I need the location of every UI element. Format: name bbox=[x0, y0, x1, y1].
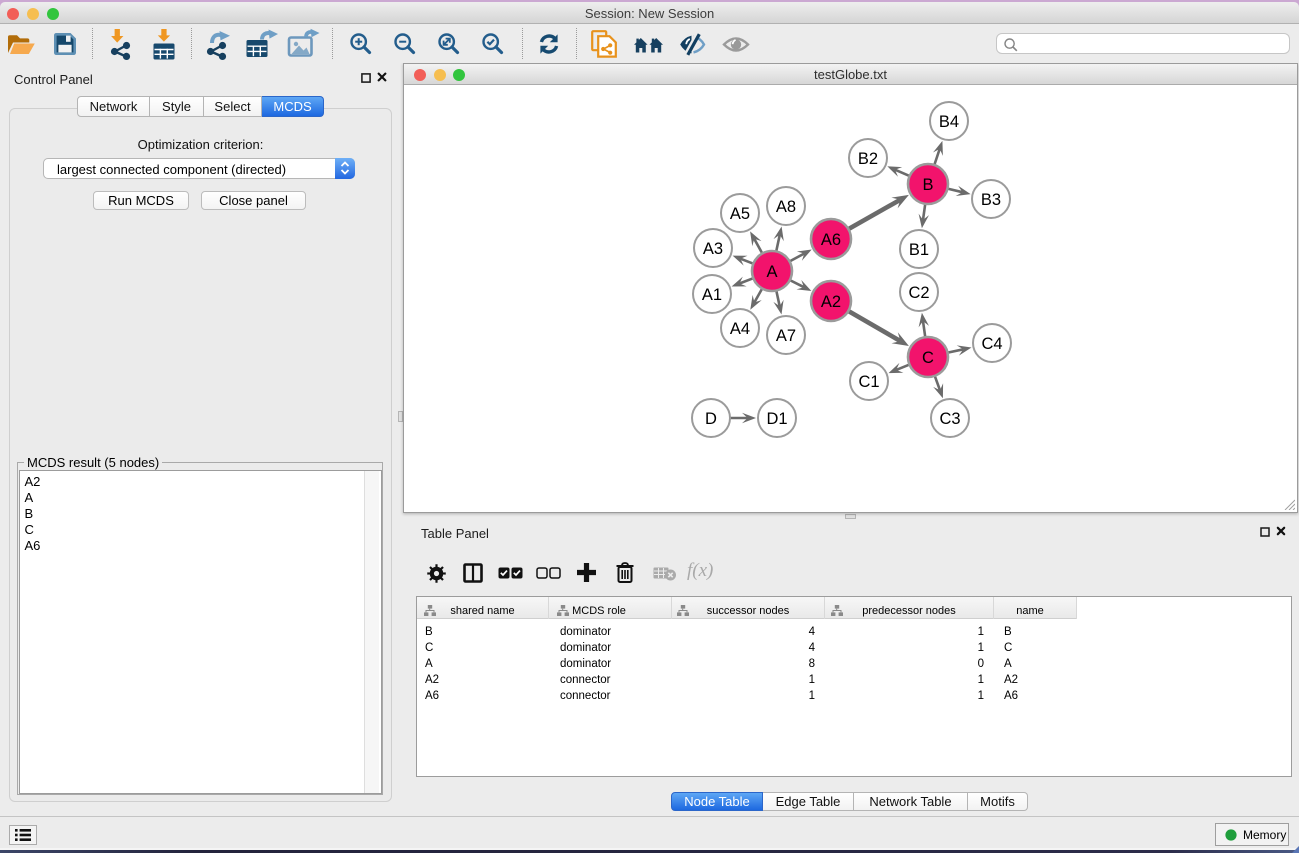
svg-text:A1: A1 bbox=[702, 286, 722, 304]
svg-text:A6: A6 bbox=[821, 231, 841, 249]
svg-text:B3: B3 bbox=[981, 191, 1001, 209]
svg-text:C2: C2 bbox=[908, 284, 929, 302]
svg-text:A3: A3 bbox=[703, 240, 723, 258]
svg-text:A7: A7 bbox=[776, 327, 796, 345]
svg-text:B: B bbox=[922, 176, 933, 194]
svg-text:C3: C3 bbox=[939, 410, 960, 428]
svg-text:A2: A2 bbox=[821, 293, 841, 311]
svg-text:D: D bbox=[705, 410, 717, 428]
svg-text:A: A bbox=[766, 263, 777, 281]
svg-text:A4: A4 bbox=[730, 320, 750, 338]
svg-text:C4: C4 bbox=[981, 335, 1002, 353]
svg-text:A8: A8 bbox=[776, 198, 796, 216]
svg-text:C1: C1 bbox=[858, 373, 879, 391]
svg-text:B4: B4 bbox=[939, 113, 959, 131]
svg-text:D1: D1 bbox=[766, 410, 787, 428]
svg-text:C: C bbox=[922, 349, 934, 367]
svg-text:A5: A5 bbox=[730, 205, 750, 223]
svg-text:B2: B2 bbox=[858, 150, 878, 168]
svg-text:B1: B1 bbox=[909, 241, 929, 259]
